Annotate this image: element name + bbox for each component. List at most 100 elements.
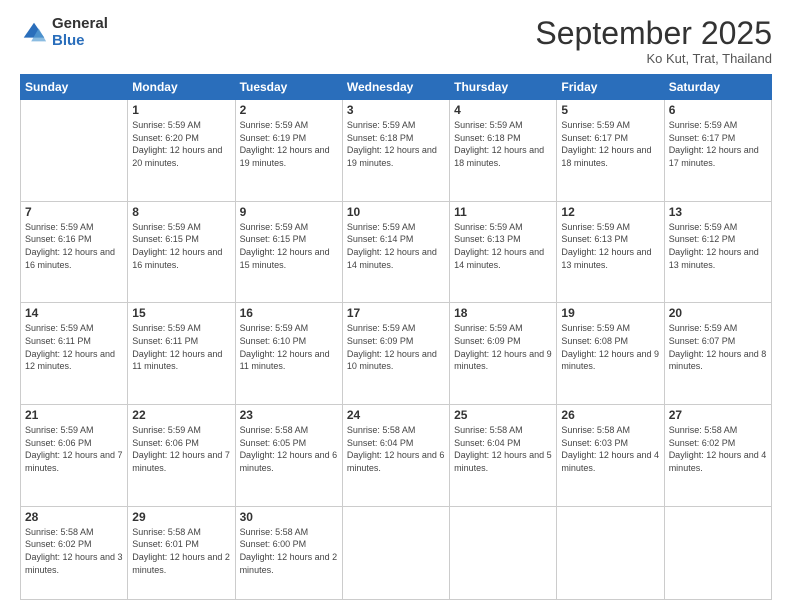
day-number: 25 [454, 408, 552, 422]
calendar-week-row: 21 Sunrise: 5:59 AM Sunset: 6:06 PM Dayli… [21, 405, 772, 507]
day-number: 6 [669, 103, 767, 117]
calendar-day-cell: 29 Sunrise: 5:58 AM Sunset: 6:01 PM Dayli… [128, 506, 235, 599]
day-number: 7 [25, 205, 123, 219]
calendar-day-cell: 20 Sunrise: 5:59 AM Sunset: 6:07 PM Dayli… [664, 303, 771, 405]
title-area: September 2025 Ko Kut, Trat, Thailand [535, 16, 772, 66]
day-number: 9 [240, 205, 338, 219]
header-wednesday: Wednesday [342, 75, 449, 100]
calendar-day-cell: 19Sunrise: 5:59 AM Sunset: 6:08 PM Dayli… [557, 303, 664, 405]
day-number: 14 [25, 306, 123, 320]
day-info: Sunrise: 5:59 AM Sunset: 6:09 PM Dayligh… [454, 322, 552, 372]
day-info: Sunrise: 5:59 AM Sunset: 6:10 PM Dayligh… [240, 322, 338, 372]
day-info: Sunrise: 5:59 AM Sunset: 6:13 PM Dayligh… [454, 221, 552, 271]
day-number: 15 [132, 306, 230, 320]
calendar-day-cell: 16 Sunrise: 5:59 AM Sunset: 6:10 PM Dayli… [235, 303, 342, 405]
day-info: Sunrise: 5:58 AM Sunset: 6:04 PM Dayligh… [454, 424, 552, 474]
day-info: Sunrise: 5:58 AM Sunset: 6:02 PM Dayligh… [669, 424, 767, 474]
logo: General Blue [20, 16, 108, 49]
day-number: 12 [561, 205, 659, 219]
day-info: Sunrise: 5:59 AM Sunset: 6:11 PM Dayligh… [132, 322, 230, 372]
header-sunday: Sunday [21, 75, 128, 100]
month-title: September 2025 [535, 16, 772, 51]
header-friday: Friday [557, 75, 664, 100]
calendar-day-cell [664, 506, 771, 599]
calendar-day-cell: 28 Sunrise: 5:58 AM Sunset: 6:02 PM Dayli… [21, 506, 128, 599]
day-info: Sunrise: 5:59 AM Sunset: 6:06 PM Dayligh… [25, 424, 123, 474]
logo-general-text: General [52, 16, 108, 33]
day-number: 20 [669, 306, 767, 320]
header-monday: Monday [128, 75, 235, 100]
calendar-day-cell: 24Sunrise: 5:58 AM Sunset: 6:04 PM Dayli… [342, 405, 449, 507]
header-thursday: Thursday [450, 75, 557, 100]
day-info: Sunrise: 5:59 AM Sunset: 6:12 PM Dayligh… [669, 221, 767, 271]
calendar-day-cell: 27Sunrise: 5:58 AM Sunset: 6:02 PM Dayli… [664, 405, 771, 507]
day-info: Sunrise: 5:59 AM Sunset: 6:18 PM Dayligh… [454, 119, 552, 169]
day-number: 29 [132, 510, 230, 524]
day-number: 16 [240, 306, 338, 320]
calendar-day-cell [557, 506, 664, 599]
calendar-day-cell [450, 506, 557, 599]
calendar-day-cell: 3 Sunrise: 5:59 AM Sunset: 6:18 PM Daylig… [342, 100, 449, 202]
calendar-day-cell: 15 Sunrise: 5:59 AM Sunset: 6:11 PM Dayli… [128, 303, 235, 405]
calendar-day-cell: 9 Sunrise: 5:59 AM Sunset: 6:15 PM Daylig… [235, 201, 342, 303]
calendar-week-row: 1Sunrise: 5:59 AM Sunset: 6:20 PM Daylig… [21, 100, 772, 202]
day-number: 22 [132, 408, 230, 422]
calendar-day-cell: 7 Sunrise: 5:59 AM Sunset: 6:16 PM Daylig… [21, 201, 128, 303]
day-info: Sunrise: 5:59 AM Sunset: 6:14 PM Dayligh… [347, 221, 445, 271]
day-info: Sunrise: 5:59 AM Sunset: 6:11 PM Dayligh… [25, 322, 123, 372]
calendar-day-cell: 6 Sunrise: 5:59 AM Sunset: 6:17 PM Daylig… [664, 100, 771, 202]
calendar-week-row: 14 Sunrise: 5:59 AM Sunset: 6:11 PM Dayli… [21, 303, 772, 405]
calendar-day-cell: 21 Sunrise: 5:59 AM Sunset: 6:06 PM Dayli… [21, 405, 128, 507]
day-number: 24 [347, 408, 445, 422]
calendar-day-cell: 13Sunrise: 5:59 AM Sunset: 6:12 PM Dayli… [664, 201, 771, 303]
calendar-week-row: 7 Sunrise: 5:59 AM Sunset: 6:16 PM Daylig… [21, 201, 772, 303]
calendar-day-cell: 22 Sunrise: 5:59 AM Sunset: 6:06 PM Dayli… [128, 405, 235, 507]
calendar-day-cell: 14 Sunrise: 5:59 AM Sunset: 6:11 PM Dayli… [21, 303, 128, 405]
calendar-day-cell: 11 Sunrise: 5:59 AM Sunset: 6:13 PM Dayli… [450, 201, 557, 303]
day-info: Sunrise: 5:59 AM Sunset: 6:07 PM Dayligh… [669, 322, 767, 372]
day-number: 30 [240, 510, 338, 524]
header-tuesday: Tuesday [235, 75, 342, 100]
calendar-day-cell: 5Sunrise: 5:59 AM Sunset: 6:17 PM Daylig… [557, 100, 664, 202]
header-saturday: Saturday [664, 75, 771, 100]
calendar-day-cell: 4 Sunrise: 5:59 AM Sunset: 6:18 PM Daylig… [450, 100, 557, 202]
day-number: 11 [454, 205, 552, 219]
calendar-day-cell: 25 Sunrise: 5:58 AM Sunset: 6:04 PM Dayli… [450, 405, 557, 507]
day-info: Sunrise: 5:59 AM Sunset: 6:06 PM Dayligh… [132, 424, 230, 474]
calendar-day-cell: 12Sunrise: 5:59 AM Sunset: 6:13 PM Dayli… [557, 201, 664, 303]
calendar-day-cell: 10 Sunrise: 5:59 AM Sunset: 6:14 PM Dayli… [342, 201, 449, 303]
calendar-day-cell: 26Sunrise: 5:58 AM Sunset: 6:03 PM Dayli… [557, 405, 664, 507]
location-subtitle: Ko Kut, Trat, Thailand [535, 51, 772, 66]
day-info: Sunrise: 5:59 AM Sunset: 6:15 PM Dayligh… [240, 221, 338, 271]
day-number: 8 [132, 205, 230, 219]
calendar-day-cell: 30 Sunrise: 5:58 AM Sunset: 6:00 PM Dayli… [235, 506, 342, 599]
day-info: Sunrise: 5:58 AM Sunset: 6:00 PM Dayligh… [240, 526, 338, 576]
logo-blue-text: Blue [52, 33, 108, 50]
day-number: 3 [347, 103, 445, 117]
day-info: Sunrise: 5:58 AM Sunset: 6:01 PM Dayligh… [132, 526, 230, 576]
calendar-day-cell: 17Sunrise: 5:59 AM Sunset: 6:09 PM Dayli… [342, 303, 449, 405]
calendar-day-cell: 18 Sunrise: 5:59 AM Sunset: 6:09 PM Dayli… [450, 303, 557, 405]
day-number: 17 [347, 306, 445, 320]
day-info: Sunrise: 5:58 AM Sunset: 6:03 PM Dayligh… [561, 424, 659, 474]
day-info: Sunrise: 5:59 AM Sunset: 6:17 PM Dayligh… [669, 119, 767, 169]
calendar-day-cell [21, 100, 128, 202]
day-info: Sunrise: 5:59 AM Sunset: 6:16 PM Dayligh… [25, 221, 123, 271]
day-number: 18 [454, 306, 552, 320]
day-info: Sunrise: 5:58 AM Sunset: 6:02 PM Dayligh… [25, 526, 123, 576]
day-info: Sunrise: 5:59 AM Sunset: 6:19 PM Dayligh… [240, 119, 338, 169]
day-info: Sunrise: 5:59 AM Sunset: 6:20 PM Dayligh… [132, 119, 230, 169]
day-number: 21 [25, 408, 123, 422]
page: General Blue September 2025 Ko Kut, Trat… [0, 0, 792, 612]
day-info: Sunrise: 5:59 AM Sunset: 6:18 PM Dayligh… [347, 119, 445, 169]
calendar-day-cell [342, 506, 449, 599]
day-info: Sunrise: 5:59 AM Sunset: 6:15 PM Dayligh… [132, 221, 230, 271]
calendar-day-cell: 8 Sunrise: 5:59 AM Sunset: 6:15 PM Daylig… [128, 201, 235, 303]
weekday-header-row: Sunday Monday Tuesday Wednesday Thursday… [21, 75, 772, 100]
calendar-week-row: 28 Sunrise: 5:58 AM Sunset: 6:02 PM Dayli… [21, 506, 772, 599]
day-number: 10 [347, 205, 445, 219]
day-number: 28 [25, 510, 123, 524]
day-number: 4 [454, 103, 552, 117]
day-number: 23 [240, 408, 338, 422]
day-number: 2 [240, 103, 338, 117]
